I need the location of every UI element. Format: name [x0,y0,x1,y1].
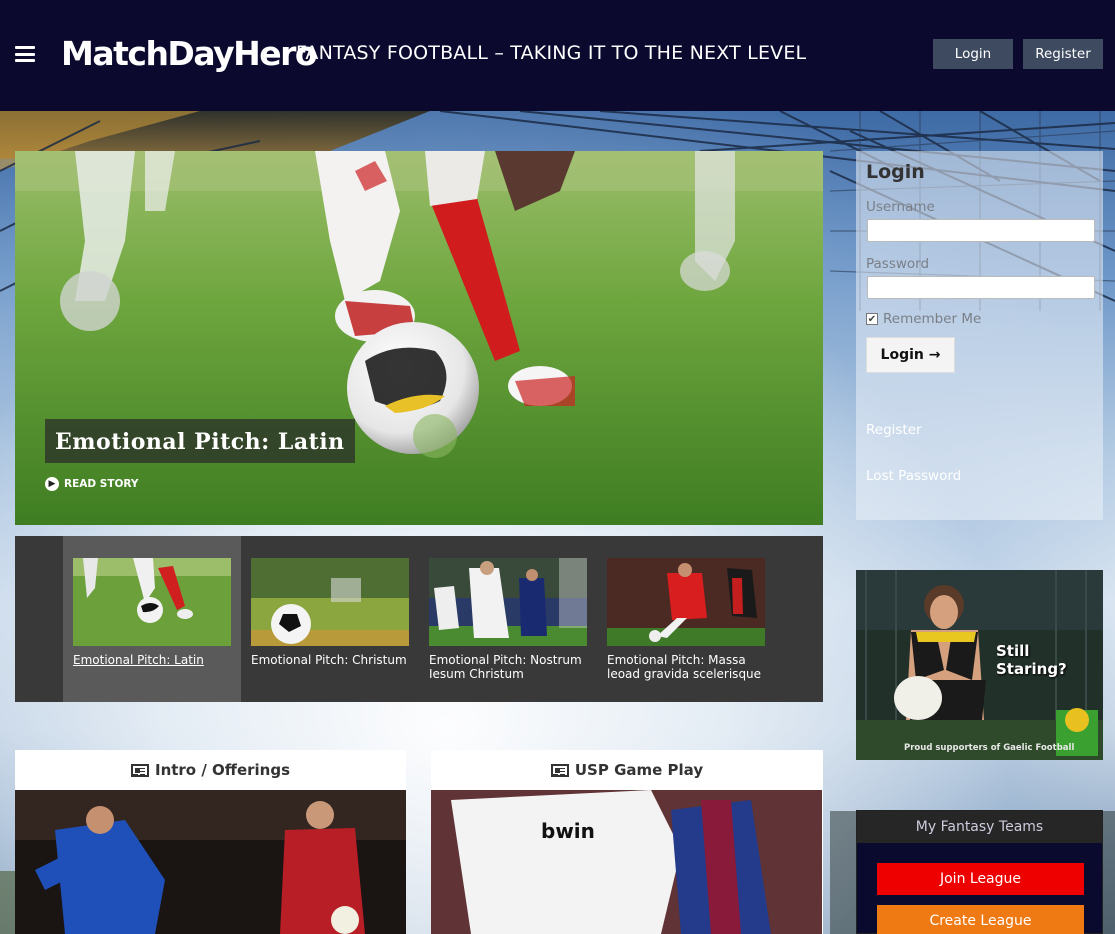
thumb-item[interactable]: Emotional Pitch: Massa leoad gravida sce… [597,536,775,702]
thumb-image [73,558,231,646]
card-image [15,790,406,934]
lost-password-link[interactable]: Lost Password [866,468,961,484]
site-logo[interactable]: MatchDayHero [61,34,318,73]
remember-me-row[interactable]: ✔ Remember Me [866,311,1093,327]
login-title: Login [866,161,925,183]
fantasy-teams-title: My Fantasy Teams [857,811,1102,843]
header-register-button[interactable]: Register [1023,39,1103,69]
chevron-right-icon: ▶ [45,477,59,491]
card-title-text: USP Game Play [574,761,704,779]
password-label: Password [866,256,930,272]
hero-image [15,151,823,525]
thumb-image [607,558,765,646]
username-input[interactable] [867,219,1095,242]
password-input[interactable] [867,276,1095,299]
thumbnail-strip: Emotional Pitch: Latin Emotional Pitch: … [15,536,823,702]
login-panel: Login Username Password ✔ Remember Me Lo… [856,151,1103,520]
username-label: Username [866,199,935,215]
thumb-image [429,558,587,646]
thumb-label: Emotional Pitch: Nostrum Iesum Christum [429,653,582,681]
card-title: Intro / Offerings [15,750,406,790]
intro-offerings-card[interactable]: Intro / Offerings [15,750,406,934]
create-league-button[interactable]: Create League [877,905,1084,934]
newspaper-icon [130,763,149,777]
thumb-label: Emotional Pitch: Christum [251,653,407,667]
newspaper-icon [550,763,569,777]
menu-icon[interactable] [15,46,35,62]
thumb-item[interactable]: Emotional Pitch: Latin [63,536,241,702]
sponsor-advert[interactable]: Still Staring? Proud supporters of Gaeli… [856,570,1103,760]
login-submit-button[interactable]: Login → [866,337,955,373]
header-login-button[interactable]: Login [933,39,1013,69]
read-story-link[interactable]: ▶ READ STORY [45,477,139,491]
join-league-button[interactable]: Join League [877,863,1084,895]
card-image: bwin [431,790,822,934]
thumb-image [251,558,409,646]
thumb-item[interactable]: Emotional Pitch: Christum [241,536,419,702]
advert-subline: Proud supporters of Gaelic Football [904,743,1075,753]
card-title: USP Game Play [431,750,823,790]
hero-slider[interactable]: Emotional Pitch: Latin ▶ READ STORY [15,151,823,525]
top-header: MatchDayHero FANTASY FOOTBALL – TAKING I… [0,0,1115,111]
card-title-text: Intro / Offerings [154,761,290,779]
thumb-item[interactable]: Emotional Pitch: Nostrum Iesum Christum [419,536,597,702]
site-tagline: FANTASY FOOTBALL – TAKING IT TO THE NEXT… [296,42,807,64]
fantasy-teams-widget: My Fantasy Teams Join League Create Leag… [856,810,1103,934]
read-story-label: READ STORY [64,478,139,490]
register-link[interactable]: Register [866,422,922,438]
svg-text:bwin: bwin [541,819,595,843]
usp-game-play-card[interactable]: USP Game Play bwin [431,750,823,934]
thumb-label: Emotional Pitch: Latin [73,653,204,667]
thumb-label: Emotional Pitch: Massa leoad gravida sce… [607,653,762,681]
remember-me-checkbox[interactable]: ✔ [866,313,878,325]
advert-headline: Still Staring? [996,642,1067,678]
hero-caption[interactable]: Emotional Pitch: Latin [45,419,355,463]
remember-me-label: Remember Me [883,311,982,327]
